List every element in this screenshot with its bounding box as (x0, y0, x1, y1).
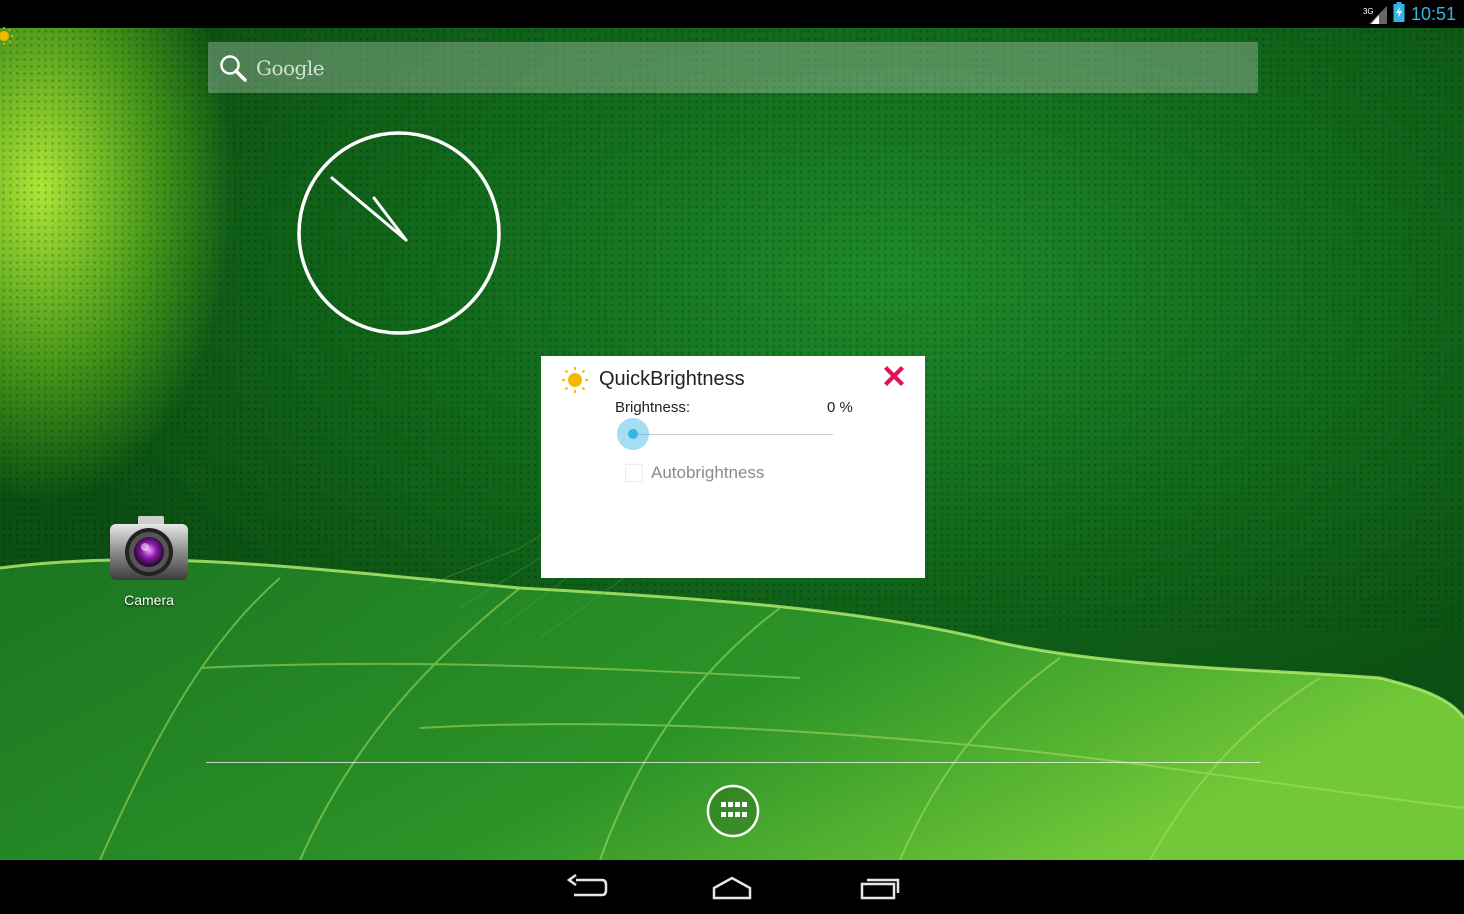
battery-icon (1393, 2, 1405, 26)
quickbrightness-dialog: QuickBrightness Brightness: 0 % Autobrig… (541, 356, 925, 578)
status-bar: 3G 10:51 (0, 0, 1464, 28)
slider-track (633, 434, 833, 435)
camera-icon (110, 516, 188, 580)
recents-icon[interactable] (858, 872, 902, 902)
navigation-bar (0, 860, 1464, 914)
autobrightness-label: Autobrightness (651, 463, 765, 482)
sun-icon (562, 367, 588, 393)
home-screen: 3G 10:51 Google Camera QuickBrightness B… (0, 0, 1464, 914)
signal-icon: 3G (1362, 4, 1387, 24)
home-icon[interactable] (710, 872, 754, 902)
brightness-label: Brightness: (615, 399, 691, 416)
close-icon[interactable] (877, 360, 911, 394)
dock-divider (206, 762, 1260, 763)
clock-minute-hand (330, 176, 408, 242)
sun-icon (0, 27, 13, 45)
search-input[interactable]: Google (256, 56, 325, 80)
slider-thumb[interactable] (617, 418, 649, 450)
brightness-slider[interactable] (615, 418, 835, 450)
all-apps-icon[interactable] (706, 784, 760, 838)
signal-type-label: 3G (1362, 7, 1374, 16)
status-clock: 10:51 (1410, 3, 1456, 24)
camera-app-label: Camera (124, 592, 174, 608)
google-search-bar[interactable]: Google (208, 42, 1258, 93)
autobrightness-checkbox[interactable] (625, 464, 643, 482)
slider-thumb-core (628, 429, 638, 439)
status-icons: 3G 10:51 (1362, 2, 1456, 26)
back-icon[interactable] (564, 872, 608, 902)
camera-app-shortcut[interactable]: Camera (102, 512, 196, 612)
dialog-title: QuickBrightness (599, 368, 745, 390)
search-icon (220, 54, 247, 82)
analog-clock-widget[interactable] (296, 130, 502, 336)
brightness-value: 0 % (827, 399, 853, 416)
